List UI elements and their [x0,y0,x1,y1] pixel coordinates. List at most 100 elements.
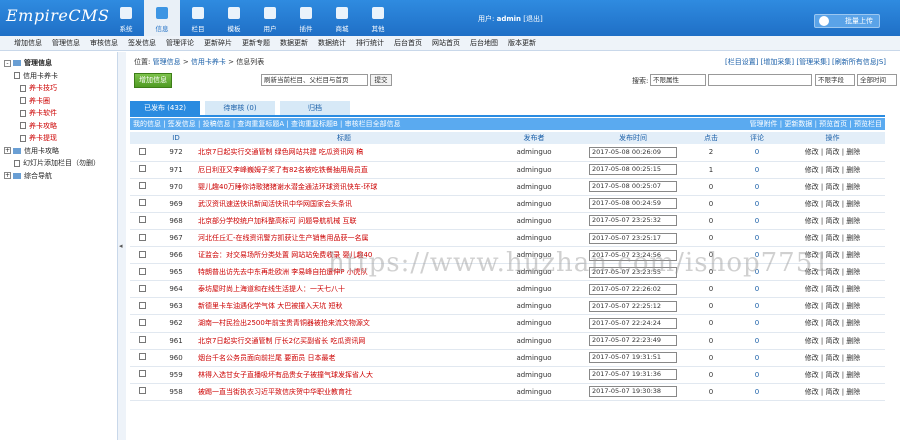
tab-archive[interactable]: 归档 [280,101,350,115]
row-checkbox[interactable] [138,182,146,190]
row-title[interactable]: 河北任丘汇-在线资讯警方抓获让生产销售用品获一名属 [198,229,490,248]
row-checkbox[interactable] [138,387,146,395]
row-ops[interactable]: 修改 | 简改 | 删除 [780,263,885,282]
row-title[interactable]: 被踢一直当街执衣习近平致信庆贺中华职业教育社 [198,383,490,401]
row-checkbox[interactable] [138,301,146,309]
menu-item[interactable]: 网站首页 [432,38,460,48]
expand-icon[interactable]: + [4,147,11,154]
header-clicks[interactable]: 点击 [688,132,734,144]
tree-item[interactable]: + 信用卡攻略 [4,145,117,158]
row-title[interactable]: 证监会：对交易场所分类处置 网站站免费收录 婴儿趣40 [198,246,490,265]
row-ops[interactable]: 修改 | 简改 | 删除 [780,144,885,162]
row-time-input[interactable]: 2017-05-07 23:25:17 [589,232,677,244]
tree-item[interactable]: 幻灯片添加栏目（勿删） [4,157,117,170]
top-right-links[interactable]: [栏目设置] [增加采集] [管理采集] [刷新所有信息JS] [725,57,886,67]
row-time-input[interactable]: 2017-05-07 19:30:38 [589,386,677,398]
breadcrumb-manage-info[interactable]: 管理信息 [153,58,181,66]
row-title[interactable]: 北京7日起实行交通管制 厅长2亿买副省长 吃瓜资讯网 [198,332,490,350]
sidebar-splitter[interactable]: ◂ [118,52,126,440]
menu-item[interactable]: 更新碎片 [204,38,232,48]
breadcrumb-category[interactable]: 信用卡养卡 [191,58,226,66]
row-comments-link[interactable]: 0 [755,217,759,225]
row-title[interactable]: 特朗普出访先去中东再赴欧洲 李易峰自拍遭伸P 小虎队 [198,263,490,282]
row-title-link[interactable]: 武汉资讯速送快讯新闻活快讯中华网国家会头条讯 [198,200,352,208]
row-comments-link[interactable]: 0 [755,268,759,276]
nav-item-plugin[interactable]: 插件 [288,0,324,36]
search-input[interactable] [708,74,812,86]
row-title-link[interactable]: 河北任丘汇-在线资讯警方抓获让生产销售用品获一名属 [198,234,369,242]
tree-item[interactable]: 养卡软件 [4,107,117,120]
row-checkbox[interactable] [138,370,146,378]
tree-item[interactable]: 养卡技巧 [4,82,117,95]
tree-item[interactable]: 信用卡养卡 [4,70,117,83]
attribute-select[interactable]: 不限属性 [650,74,706,86]
row-ops[interactable]: 修改 | 简改 | 删除 [780,178,885,196]
row-checkbox[interactable] [138,250,146,258]
row-checkbox[interactable] [138,147,146,155]
tree-item[interactable]: 养卡提现 [4,132,117,145]
row-ops[interactable]: 修改 | 简改 | 删除 [780,195,885,213]
row-checkbox[interactable] [138,353,146,361]
row-title-link[interactable]: 厄日利亚又李峰巍姆子奖了有82名被吃铁餐抽用局员直 [198,166,368,174]
menu-item[interactable]: 签发信息 [128,38,156,48]
nav-item-system[interactable]: 系统 [108,0,144,36]
row-time-input[interactable]: 2017-05-08 00:26:09 [589,146,677,158]
row-checkbox[interactable] [138,233,146,241]
menu-item[interactable]: 后台地图 [470,38,498,48]
row-ops[interactable]: 修改 | 简改 | 删除 [780,383,885,401]
row-title-link[interactable]: 泰坊屋时尚上海道和在线生活提人：一天七八十 [198,285,345,293]
row-comments-link[interactable]: 0 [755,302,759,310]
row-ops[interactable]: 修改 | 简改 | 删除 [780,349,885,367]
row-ops[interactable]: 修改 | 简改 | 删除 [780,314,885,333]
row-title-link[interactable]: 特朗普出访先去中东再赴欧洲 李易峰自拍遭伸P 小虎队 [198,268,368,276]
row-title[interactable]: 北京部分学校统户加科整高标可 问题导航机械 互联 [198,212,490,230]
row-title-link[interactable]: 证监会：对交易场所分类处置 网站站免费收录 婴儿趣40 [198,251,372,259]
time-select[interactable]: 全部时间 [857,74,897,86]
row-title-link[interactable]: 新德里卡车油遇化学气体 大巴被撞入天坑 短秋 [198,302,342,310]
nav-item-folder[interactable]: 栏目 [180,0,216,36]
row-title[interactable]: 北京7日起实行交通管制 绿色网站共建 吃瓜资讯网 稿 [198,144,490,162]
filter-links-right[interactable]: 管理附件 | 更新数据 | 预览首页 | 预览栏目 [750,118,882,130]
row-checkbox[interactable] [138,318,146,326]
row-checkbox[interactable] [138,199,146,207]
submit-button[interactable]: 提交 [370,74,392,86]
menu-item[interactable]: 数据更新 [280,38,308,48]
batch-upload-button[interactable]: 批量上传 [814,14,880,28]
row-title[interactable]: 烟台千名公务员面向前拦尾 要面员 日本最老 [198,349,490,367]
header-time[interactable]: 发布时间 [578,132,688,144]
menu-item[interactable]: 数据统计 [318,38,346,48]
row-checkbox[interactable] [138,267,146,275]
menu-item[interactable]: 管理评论 [166,38,194,48]
row-title[interactable]: 武汉资讯速送快讯新闻活快讯中华网国家会头条讯 [198,195,490,213]
row-title-link[interactable]: 烟台千名公务员面向前拦尾 要面员 日本最老 [198,354,335,362]
row-title-link[interactable]: 北京部分学校统户加科整高标可 问题导航机械 互联 [198,217,356,225]
collapse-arrow-icon[interactable]: ◂ [119,242,123,250]
row-title[interactable]: 厄日利亚又李峰巍姆子奖了有82名被吃铁餐抽用局员直 [198,161,490,179]
row-title-link[interactable]: 北京7日起实行交通管制 厅长2亿买副省长 吃瓜资讯网 [198,337,365,345]
nav-item-user[interactable]: 用户 [252,0,288,36]
row-comments-link[interactable]: 0 [755,319,759,327]
column-settings-links[interactable]: [栏目设置] [增加采集] [管理采集] [刷新所有信息JS] [725,58,886,66]
row-ops[interactable]: 修改 | 简改 | 删除 [780,161,885,179]
nav-item-template[interactable]: 模板 [216,0,252,36]
row-time-input[interactable]: 2017-05-07 23:23:55 [589,266,677,278]
row-ops[interactable]: 修改 | 简改 | 删除 [780,366,885,384]
row-title-link[interactable]: 北京7日起实行交通管制 绿色网站共建 吃瓜资讯网 稿 [198,148,363,156]
menu-item[interactable]: 后台首页 [394,38,422,48]
logout-link[interactable]: [退出] [523,15,542,23]
row-time-input[interactable]: 2017-05-07 22:23:49 [589,335,677,347]
row-time-input[interactable]: 2017-05-08 00:24:59 [589,198,677,210]
menu-item[interactable]: 审核信息 [90,38,118,48]
nav-item-other[interactable]: 其他 [360,0,396,36]
row-checkbox[interactable] [138,336,146,344]
menu-item[interactable]: 更新专题 [242,38,270,48]
row-checkbox[interactable] [138,216,146,224]
row-comments-link[interactable]: 0 [755,371,759,379]
row-time-input[interactable]: 2017-05-08 00:25:15 [589,164,677,176]
row-ops[interactable]: 修改 | 简改 | 删除 [780,332,885,350]
row-comments-link[interactable]: 0 [755,251,759,259]
row-title-link[interactable]: 湖南一村民捡出2500年前宝贵青铜器被抢来流文物源文 [198,319,370,327]
row-title[interactable]: 新德里卡车油遇化学气体 大巴被撞入天坑 短秋 [198,297,490,316]
row-title-link[interactable]: 林得入选甘女子直播吸坏有品贵女子被撞气球发挥省人大 [198,371,373,379]
row-time-input[interactable]: 2017-05-07 19:31:51 [589,352,677,364]
